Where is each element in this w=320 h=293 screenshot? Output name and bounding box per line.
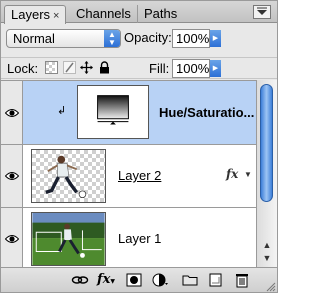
layers-toolbar: fx▼ (1, 267, 277, 292)
layer-thumbnail[interactable] (31, 149, 106, 203)
layers-scrollbar[interactable]: ▲ ▼ (256, 80, 277, 267)
panel-menu-icon[interactable] (253, 5, 271, 19)
eye-icon (5, 108, 19, 117)
link-layers-icon[interactable] (71, 272, 89, 288)
layer-style-icon[interactable]: fx▼ (97, 272, 115, 288)
layer-style-icon[interactable]: fx (226, 167, 238, 181)
trash-icon[interactable] (233, 272, 251, 288)
resize-grip-icon[interactable] (266, 281, 276, 292)
close-icon[interactable]: × (53, 10, 59, 22)
lock-pixels-icon[interactable] (63, 61, 76, 74)
blend-mode-select[interactable]: Normal ▲ ▼ (6, 29, 121, 48)
eye-icon (5, 234, 19, 243)
lock-transparency-icon[interactable] (45, 61, 58, 74)
tab-paths[interactable]: Paths (137, 5, 183, 23)
scroll-thumb[interactable] (260, 84, 273, 202)
layer-style-label: fx (97, 272, 111, 287)
layer-thumbnail[interactable] (31, 212, 106, 266)
eye-icon (5, 172, 19, 180)
clipping-arrow-icon: ↲ (57, 105, 67, 117)
scroll-up-icon[interactable]: ▲ (261, 240, 273, 250)
fill-label: Fill: (149, 61, 170, 76)
layers-panel: Layers × Channels Paths Normal ▲ ▼ Opacity… (0, 0, 278, 293)
tab-layers[interactable]: Layers × (4, 5, 67, 24)
lock-position-icon[interactable] (80, 61, 93, 74)
tab-paths-label: Paths (144, 6, 178, 21)
layer-row-layer-2[interactable]: Layer 2 fx ▼ (1, 145, 256, 208)
lock-label: Lock: (7, 61, 39, 76)
hue-saturation-icon (97, 95, 129, 125)
layers-list: ↲ Hue/Saturatio... Layer 2 fx ▼ Layer 1 (1, 80, 256, 267)
new-group-icon[interactable] (181, 272, 199, 288)
lock-all-icon[interactable] (98, 61, 111, 74)
layer-name[interactable]: Layer 1 (118, 231, 161, 247)
visibility-toggle[interactable] (1, 208, 23, 267)
chevron-updown-icon: ▲ ▼ (104, 30, 120, 47)
tab-layers-label: Layers (11, 7, 51, 22)
layer-name[interactable]: Layer 2 (118, 168, 161, 184)
opacity-label: Opacity: (124, 30, 172, 45)
layer-name[interactable]: Hue/Saturatio... (159, 105, 254, 121)
opacity-field[interactable]: 100% (172, 29, 210, 48)
tab-bar: Layers × Channels Paths (1, 1, 277, 24)
new-layer-icon[interactable] (206, 272, 224, 288)
add-mask-icon[interactable] (125, 272, 143, 288)
layer-row-layer-1[interactable]: Layer 1 (1, 208, 256, 267)
fill-slider-button[interactable]: ▶ (210, 60, 221, 77)
layer-row-hue-saturation[interactable]: ↲ Hue/Saturatio... (1, 81, 256, 145)
new-adjustment-icon[interactable] (151, 272, 169, 288)
soccer-player-image (45, 155, 87, 199)
visibility-toggle[interactable] (1, 145, 23, 207)
field-photo-image (32, 213, 105, 265)
chevron-down-icon[interactable]: ▼ (244, 170, 252, 179)
fill-field[interactable]: 100% (172, 59, 210, 78)
opacity-slider-button[interactable]: ▶ (210, 30, 221, 47)
scroll-down-icon[interactable]: ▼ (261, 253, 273, 263)
blend-mode-value: Normal (13, 31, 55, 46)
tab-channels[interactable]: Channels (70, 5, 137, 23)
adjustment-thumbnail[interactable] (77, 85, 149, 139)
lock-row: Lock: Fill: 100% ▶ (1, 57, 277, 79)
visibility-toggle[interactable] (1, 81, 23, 144)
tab-channels-label: Channels (76, 6, 131, 21)
